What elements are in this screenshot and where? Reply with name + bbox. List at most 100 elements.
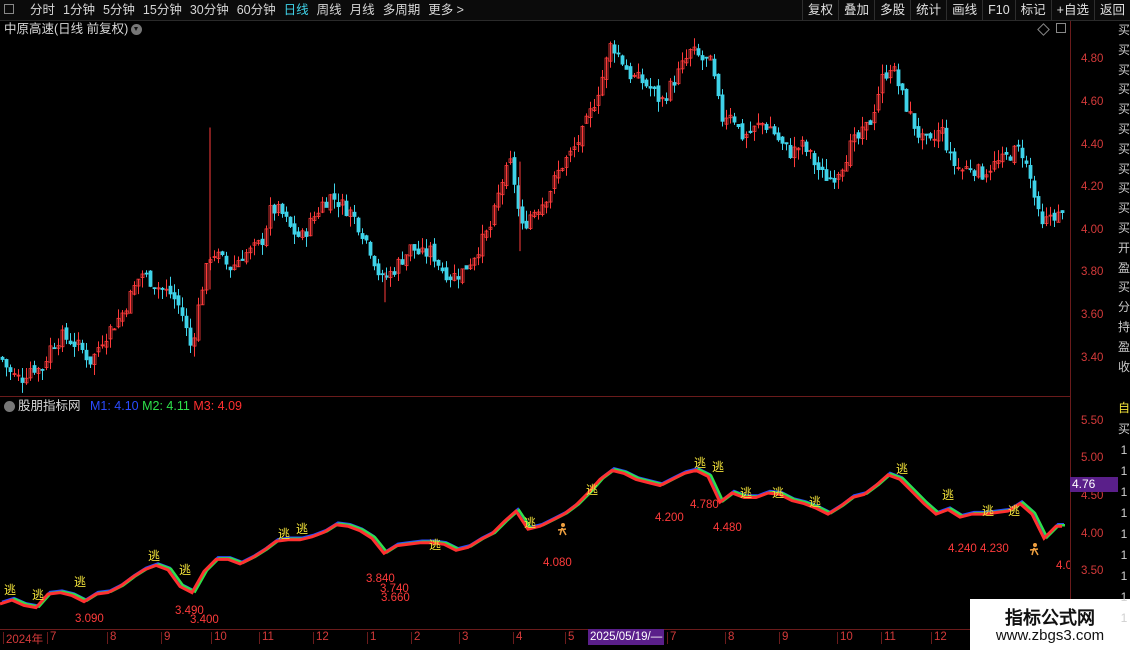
candle	[480, 224, 485, 264]
candle	[112, 328, 117, 331]
chart-canvas[interactable]: 逃逃逃逃逃逃 逃逃逃逃逃 逃逃 逃逃逃逃逃 逃3.0903.4903.4003.8403…	[0, 0, 1070, 628]
candle	[576, 134, 581, 152]
candle	[992, 151, 997, 172]
candle	[948, 141, 953, 161]
candle-body	[1032, 180, 1037, 198]
indicator-side-strip: 自买 1 1 1 1 1 1 1 1 1	[1118, 398, 1130, 629]
candle-body	[172, 292, 177, 300]
candle	[812, 150, 817, 174]
candle	[828, 170, 833, 180]
candle	[1056, 204, 1061, 223]
m2-value: M2: 4.11	[142, 399, 190, 413]
candle-body	[764, 123, 769, 130]
price-axis: 4.80 4.60 4.40 4.20 4.00 3.80 3.60 3.40 5.50 5.00…	[1070, 21, 1119, 627]
candle	[120, 310, 125, 327]
candle-body	[224, 255, 229, 265]
candle-body	[612, 44, 617, 54]
candle-body	[292, 223, 297, 235]
price-tick-7: 3.40	[1081, 351, 1104, 364]
candle	[412, 244, 417, 259]
candle	[20, 367, 25, 393]
candle	[980, 163, 985, 180]
candle	[216, 248, 221, 264]
candle	[224, 251, 229, 270]
candle	[448, 274, 453, 288]
tool-button-8[interactable]: 返回	[1093, 0, 1130, 20]
candle	[484, 229, 489, 241]
candle	[904, 88, 909, 113]
candle	[136, 278, 141, 295]
candle-body	[464, 265, 469, 270]
side-signal-16: 盈	[1118, 339, 1130, 354]
candle	[184, 308, 189, 337]
candle	[212, 250, 217, 262]
candle	[684, 49, 689, 66]
candle-body	[520, 206, 525, 224]
candle-body	[152, 287, 157, 290]
candle	[16, 369, 21, 382]
panel-divider[interactable]	[0, 396, 1070, 397]
candle	[900, 83, 905, 95]
candle-body	[360, 233, 365, 239]
date-tick-5: 11	[259, 631, 274, 644]
price-tick-6: 3.60	[1081, 309, 1104, 322]
date-tick-14: 8	[724, 631, 735, 644]
candle	[668, 78, 673, 102]
indicator-side-char-5: 1	[1120, 506, 1128, 520]
candle-body	[412, 244, 417, 251]
date-tick-0: 2024年	[2, 631, 43, 647]
candle-body	[324, 201, 329, 208]
candle	[148, 270, 153, 288]
candle	[472, 257, 477, 271]
candle	[804, 139, 809, 157]
candle	[156, 282, 161, 299]
candle	[956, 158, 961, 171]
candle-body	[296, 231, 301, 237]
candle	[292, 215, 297, 245]
candle-body	[1024, 160, 1029, 164]
candle-body	[52, 347, 57, 350]
candle-body	[640, 74, 645, 84]
m3-value: M3: 4.09	[193, 399, 242, 413]
m1-value: M1: 4.10	[90, 399, 139, 413]
candle	[108, 324, 113, 348]
indicator-settings-icon[interactable]	[4, 401, 15, 413]
candle	[236, 256, 241, 268]
candle-body	[1008, 156, 1013, 161]
escape-signal-12: 逃	[740, 486, 752, 500]
candle	[352, 204, 357, 224]
candle	[304, 228, 309, 247]
candle	[852, 127, 857, 152]
candle	[1000, 146, 1005, 168]
date-axis: 2024年789101112123456789101112	[0, 629, 1070, 646]
candle	[1040, 203, 1045, 229]
indicator-signals: 逃逃逃逃逃逃 逃逃逃逃逃 逃逃 逃逃逃逃逃 逃3.0903.4903.4003.8403…	[4, 456, 1070, 626]
indicator-tick-4: 3.50	[1081, 565, 1104, 578]
indicator-side-char-0: 自	[1118, 401, 1130, 415]
candle	[268, 197, 273, 236]
candle-body	[512, 157, 517, 185]
candle	[936, 122, 941, 149]
candle	[620, 54, 625, 67]
candle-body	[8, 367, 13, 373]
candle	[424, 239, 429, 264]
candle	[604, 56, 609, 89]
indicator-side-char-3: 1	[1120, 464, 1128, 478]
candle-body	[648, 86, 653, 89]
candle	[492, 203, 497, 227]
candle	[532, 209, 537, 219]
runner-icon-1	[1029, 543, 1039, 556]
candle	[4, 358, 9, 377]
candle	[28, 361, 33, 381]
candle	[932, 129, 937, 148]
candle	[940, 119, 945, 142]
indicator-title-bar: 股朋指标网 M1: 4.10 M2: 4.11 M3: 4.09	[4, 398, 242, 414]
candle-body	[288, 216, 293, 227]
candle	[116, 309, 121, 329]
indicator-side-char-9: 1	[1120, 590, 1128, 604]
candle-body	[740, 123, 745, 140]
candle-body	[788, 145, 793, 159]
indicator-name[interactable]: 股朋指标网	[18, 399, 81, 413]
candle	[180, 297, 185, 322]
side-signal-5: 买	[1118, 121, 1130, 136]
